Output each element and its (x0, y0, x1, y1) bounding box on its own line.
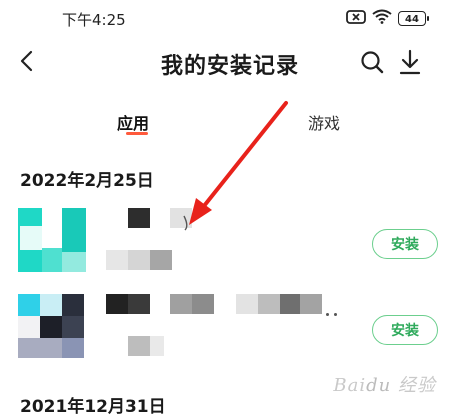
watermark-logo: Baidu 经验 (333, 375, 436, 396)
annotation-arrow (183, 101, 288, 231)
